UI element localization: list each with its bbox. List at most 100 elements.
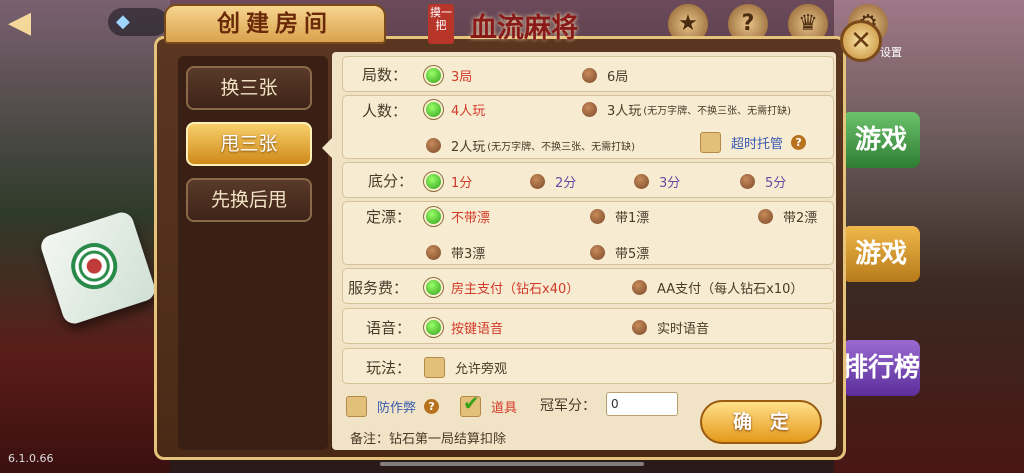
mode-button-swap-then-toss[interactable]: 先换后甩 <box>186 178 312 222</box>
option-label: 带3漂 <box>451 247 486 262</box>
radio-icon <box>740 174 755 189</box>
base-option-5[interactable]: 5分 <box>740 172 786 191</box>
option-label: 不带漂 <box>451 211 491 226</box>
piao-option-none[interactable]: 不带漂 <box>426 207 490 226</box>
radio-icon <box>632 320 647 335</box>
allow-spectate-checkbox[interactable]: 允许旁观 <box>424 357 507 378</box>
option-label: 带1漂 <box>615 211 650 226</box>
checkbox-icon <box>700 132 721 153</box>
diamond-icon: ◆ <box>116 11 130 32</box>
rounds-label: 局数： <box>362 66 408 84</box>
timeout-hosting-checkbox[interactable]: 超时托管? <box>700 132 807 153</box>
selected-mode-pointer <box>322 138 332 158</box>
fee-option-owner[interactable]: 房主支付（钻石x40） <box>426 278 579 297</box>
close-icon: ✕ <box>850 26 872 56</box>
option-label: 房主支付（钻石x40） <box>451 282 580 297</box>
radio-icon <box>590 245 605 260</box>
piao-option-3[interactable]: 带3漂 <box>426 243 485 262</box>
option-label: 3人玩 <box>607 104 642 119</box>
option-label: 5分 <box>765 176 787 191</box>
help-icon[interactable]: ? <box>424 399 440 414</box>
radio-selected-icon <box>426 320 441 335</box>
base-option-2[interactable]: 2分 <box>530 172 576 191</box>
back-button[interactable]: ◀ <box>8 6 64 40</box>
voice-option-button[interactable]: 按键语音 <box>426 318 503 337</box>
note-text: 备注：钻石第一局结算扣除 <box>350 432 507 447</box>
option-label: 按键语音 <box>451 322 504 337</box>
option-label: 防作弊 <box>377 401 417 416</box>
players-option-3[interactable]: 3人玩 (无万字牌、不换三张、无需打缺) <box>582 100 791 119</box>
option-label: 超时托管 <box>731 137 784 152</box>
piao-option-5[interactable]: 带5漂 <box>590 243 649 262</box>
side-button-game-2[interactable]: 游戏 <box>842 226 920 282</box>
option-label: 实时语音 <box>657 322 710 337</box>
option-label: 2分 <box>555 176 577 191</box>
radio-icon <box>426 245 441 260</box>
anti-cheat-checkbox[interactable]: 防作弊? <box>346 396 440 417</box>
radio-icon <box>582 102 597 117</box>
base-option-1[interactable]: 1分 <box>426 172 472 191</box>
option-note: (无万字牌、不换三张、无需打缺) <box>643 106 792 117</box>
champion-score-label: 冠军分： <box>540 398 596 414</box>
settings-label: 设置 <box>880 46 902 59</box>
champion-score-input[interactable]: 0 <box>606 392 678 416</box>
option-label: 允许旁观 <box>455 362 508 377</box>
version-label: 6.1.0.66 <box>8 452 54 465</box>
option-label: 带2漂 <box>783 211 818 226</box>
radio-selected-icon <box>426 280 441 295</box>
mode-button-swap-three[interactable]: 换三张 <box>186 66 312 110</box>
service-fee-label: 服务费： <box>348 279 409 297</box>
checkbox-icon <box>346 396 367 417</box>
radio-selected-icon <box>426 102 441 117</box>
option-label: AA支付（每人钻石x10） <box>657 282 804 297</box>
base-score-label: 底分： <box>368 172 414 190</box>
option-label: 带5漂 <box>615 247 650 262</box>
radio-icon <box>530 174 545 189</box>
radio-icon <box>582 68 597 83</box>
players-label: 人数： <box>362 102 408 120</box>
piao-option-1[interactable]: 带1漂 <box>590 207 649 226</box>
play-row <box>342 348 834 384</box>
piao-option-2[interactable]: 带2漂 <box>758 207 817 226</box>
radio-selected-icon <box>426 68 441 83</box>
base-option-3[interactable]: 3分 <box>634 172 680 191</box>
home-indicator[interactable] <box>380 462 644 466</box>
option-label: 3局 <box>451 70 473 85</box>
props-checkbox[interactable]: 道具 <box>460 391 518 417</box>
players-option-4[interactable]: 4人玩 <box>426 100 485 119</box>
radio-icon <box>426 138 441 153</box>
option-label: 4人玩 <box>451 104 486 119</box>
dialog-title: 创建房间 <box>164 4 386 44</box>
diamond-balance[interactable]: ◆ <box>108 8 168 36</box>
option-label: 1分 <box>451 176 473 191</box>
checkbox-checked-icon <box>460 391 481 417</box>
radio-icon <box>758 209 773 224</box>
checkbox-icon <box>424 357 445 378</box>
voice-row <box>342 308 834 344</box>
option-label: 3分 <box>659 176 681 191</box>
mode-panel <box>178 56 328 450</box>
option-note: (无万字牌、不换三张、无需打缺) <box>487 142 636 153</box>
voice-option-realtime[interactable]: 实时语音 <box>632 318 709 337</box>
fee-option-aa[interactable]: AA支付（每人钻石x10） <box>632 278 803 297</box>
voice-label: 语音： <box>366 319 412 337</box>
side-button-game-1[interactable]: 游戏 <box>842 112 920 168</box>
radio-selected-icon <box>426 209 441 224</box>
rounds-option-3[interactable]: 3局 <box>426 66 472 85</box>
option-label: 道具 <box>491 401 518 416</box>
mode-button-toss-three[interactable]: 甩三张 <box>186 122 312 166</box>
radio-icon <box>632 280 647 295</box>
rounds-option-6[interactable]: 6局 <box>582 66 628 85</box>
option-label: 2人玩 <box>451 140 486 155</box>
side-button-leaderboard[interactable]: 排行榜 <box>842 340 920 396</box>
close-button[interactable]: ✕ <box>840 20 882 62</box>
game-name: 血流麻将 <box>470 13 578 44</box>
radio-icon <box>590 209 605 224</box>
tile-circle-icon <box>65 237 124 296</box>
confirm-button[interactable]: 确定 <box>700 400 822 444</box>
option-label: 6局 <box>607 70 629 85</box>
help-icon[interactable]: ? <box>791 135 807 150</box>
radio-icon <box>634 174 649 189</box>
piao-label: 定漂： <box>366 208 412 226</box>
players-option-2[interactable]: 2人玩 (无万字牌、不换三张、无需打缺) <box>426 136 635 155</box>
